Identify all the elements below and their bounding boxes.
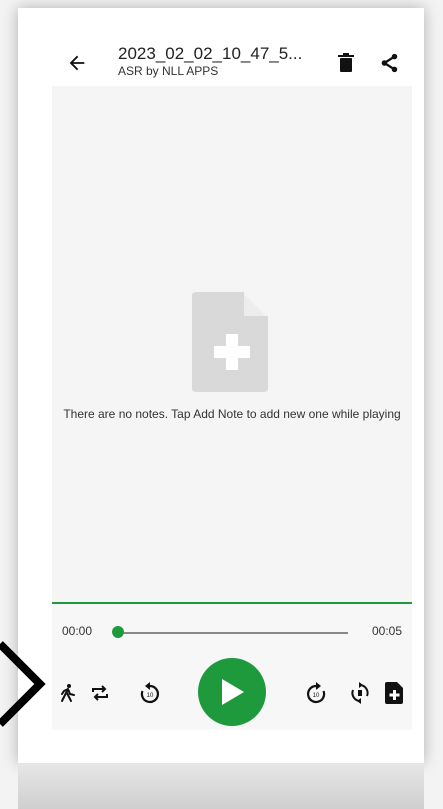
add-note-button[interactable] [382, 681, 406, 705]
seek-bar[interactable] [118, 632, 348, 634]
annotation-chevron [0, 641, 46, 727]
recording-subtitle: ASR by NLL APPS [118, 64, 219, 78]
rewind-10-button[interactable]: 10 [138, 681, 162, 705]
svg-text:10: 10 [147, 693, 154, 699]
svg-text:10: 10 [313, 693, 320, 699]
play-button[interactable] [198, 658, 266, 726]
rewind-10-icon: 10 [140, 682, 159, 704]
total-time: 00:05 [371, 624, 402, 638]
speed-icon [61, 684, 75, 702]
forward-10-icon: 10 [307, 682, 326, 704]
loop-icon [351, 682, 369, 704]
page: 2023_02_02_10_47_5... ASR by NLL APPS Th… [0, 0, 443, 809]
back-arrow-icon[interactable] [66, 52, 88, 74]
repeat-icon [92, 685, 108, 701]
app-screen: 2023_02_02_10_47_5... ASR by NLL APPS Th… [52, 40, 412, 730]
repeat-button[interactable] [88, 681, 112, 705]
current-time: 00:00 [62, 624, 93, 638]
share-icon[interactable] [378, 52, 400, 74]
frame-bottom-shadow [18, 763, 424, 809]
forward-10-button[interactable]: 10 [304, 681, 328, 705]
loop-button[interactable] [348, 681, 372, 705]
speed-button[interactable] [56, 681, 80, 705]
empty-notes-message: There are no notes. Tap Add Note to add … [63, 407, 401, 421]
seek-thumb[interactable] [112, 626, 124, 638]
recording-title: 2023_02_02_10_47_5... [118, 44, 303, 63]
trash-icon[interactable] [338, 53, 354, 73]
player-panel: 00:00 00:05 10 10 [52, 602, 412, 730]
add-note-document-icon [192, 292, 268, 392]
app-bar: 2023_02_02_10_47_5... ASR by NLL APPS [52, 40, 412, 87]
add-note-icon [385, 682, 403, 704]
notes-empty-state: There are no notes. Tap Add Note to add … [52, 86, 412, 602]
play-icon [222, 679, 244, 705]
